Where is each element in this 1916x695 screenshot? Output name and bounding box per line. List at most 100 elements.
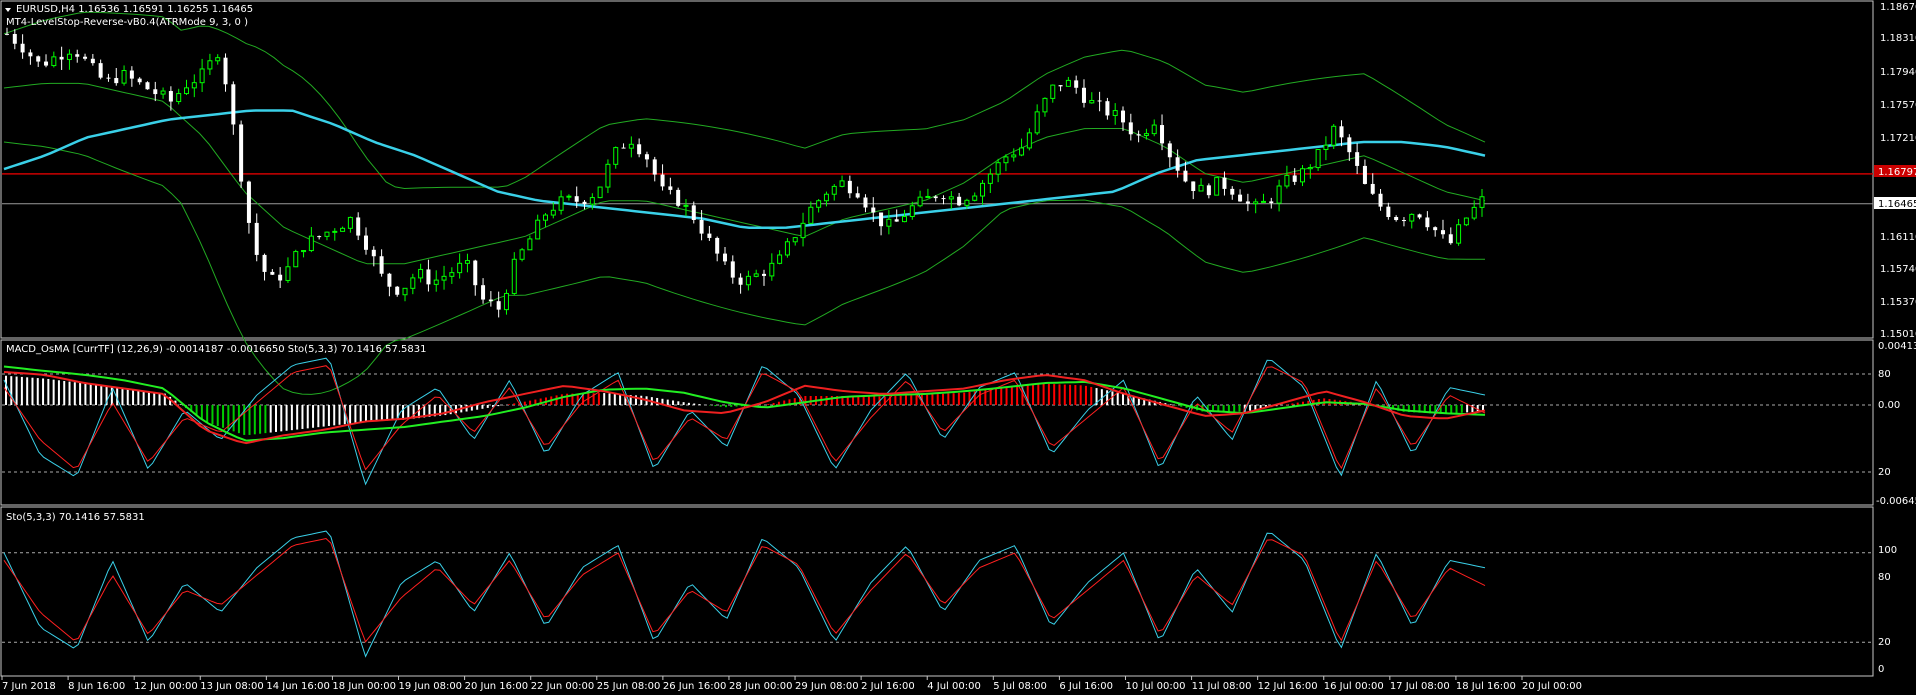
candle-body-bear xyxy=(98,63,103,78)
candle-body-bull xyxy=(1089,99,1095,104)
candle-body-bull xyxy=(980,182,986,197)
candle-body-bear xyxy=(847,180,852,194)
price-label: 1.17570 xyxy=(1880,100,1916,111)
sto-0-label: 0 xyxy=(1878,664,1884,675)
candle-body-bear xyxy=(481,285,486,300)
time-label: 5 Jul 08:00 xyxy=(993,681,1047,692)
sto-20-label: 20 xyxy=(1878,637,1891,648)
candle-body-bull xyxy=(160,90,166,95)
candle-body-bull xyxy=(808,206,814,224)
time-label: 20 Jun 16:00 xyxy=(465,681,529,692)
candle-body-bull xyxy=(589,197,595,205)
candle-body-bull xyxy=(1198,184,1204,192)
candle-body-bear xyxy=(1370,183,1375,194)
price-label: 1.16110 xyxy=(1880,232,1916,243)
candle-body-bear xyxy=(1417,214,1422,218)
time-label: 28 Jun 00:00 xyxy=(729,681,793,692)
candle-body-bear xyxy=(426,269,431,285)
candle-body-bear xyxy=(738,277,743,285)
candle-body-bull xyxy=(51,56,57,67)
candle-body-bear xyxy=(317,236,322,238)
candle-body-bull xyxy=(433,279,439,285)
candle-body-bull xyxy=(1065,79,1071,87)
time-label: 6 Jul 16:00 xyxy=(1059,681,1113,692)
candle-body-bear xyxy=(114,78,119,84)
candle-body-bear xyxy=(1175,157,1180,171)
candle-body-bull xyxy=(1011,154,1017,158)
candle-body-bear xyxy=(660,174,665,187)
candle-body-bear xyxy=(262,254,267,272)
chart-canvas: EURUSD,H4 1.16536 1.16591 1.16255 1.1646… xyxy=(0,0,1916,692)
candle-body-bull xyxy=(550,209,556,216)
time-label: 17 Jul 08:00 xyxy=(1390,681,1450,692)
main-subtitle: MT4-LevelStop-Reverse-vB0.4(ATRMode 9, 3… xyxy=(6,17,248,28)
candle-body-bear xyxy=(1136,134,1141,136)
candle-body-bull xyxy=(1456,224,1462,244)
candle-body-bear xyxy=(1448,234,1453,244)
time-label: 11 Jul 08:00 xyxy=(1192,681,1252,692)
candle-body-bull xyxy=(1151,124,1157,135)
candle-body-bull xyxy=(285,266,291,281)
candle-body-bear xyxy=(1128,122,1133,135)
candle-body-bull xyxy=(1143,133,1149,136)
candle-body-bear xyxy=(1362,165,1367,184)
candle-body-bull xyxy=(816,200,822,208)
candle-body-bull xyxy=(418,268,424,279)
candle-body-bull xyxy=(1307,167,1313,170)
candle-body-bull xyxy=(347,216,353,229)
candle-body-bull xyxy=(745,275,751,286)
candle-body-bear xyxy=(1245,201,1250,204)
candle-body-bull xyxy=(332,230,338,233)
candle-body-bear xyxy=(1058,85,1063,87)
candle-body-bear xyxy=(278,274,283,281)
candle-body-bear xyxy=(231,84,236,125)
time-label: 8 Jun 16:00 xyxy=(68,681,125,692)
candle-body-bull xyxy=(1471,206,1477,219)
candle-body-bear xyxy=(12,33,17,44)
time-label: 13 Jun 08:00 xyxy=(200,681,264,692)
candle-body-bear xyxy=(879,212,884,227)
candle-body-bear xyxy=(894,219,899,222)
candle-body-bull xyxy=(995,162,1001,175)
time-label: 18 Jul 16:00 xyxy=(1456,681,1516,692)
price-label: 1.15370 xyxy=(1880,297,1916,308)
candle-body-bull xyxy=(199,68,205,84)
candle-body-bear xyxy=(1222,177,1227,189)
candle-body-bear xyxy=(223,57,228,85)
candle-body-bull xyxy=(449,272,455,277)
main-panel xyxy=(0,0,1874,339)
candle-body-bear xyxy=(1425,217,1430,228)
candle-body-bear xyxy=(933,196,938,199)
price-label: 1.15010 xyxy=(1880,329,1916,340)
candle-body-bull xyxy=(324,231,330,237)
candle-body-bull xyxy=(1276,185,1282,204)
candle-body-bear xyxy=(239,124,244,182)
candle-body-bear xyxy=(1378,193,1383,207)
candle-body-bull xyxy=(1253,201,1259,205)
candle-body-bull xyxy=(972,195,978,201)
candle-body-bull xyxy=(558,196,564,211)
candle-body-bull xyxy=(308,235,314,252)
price-label: 1.18670 xyxy=(1880,2,1916,13)
candle-body-bull xyxy=(1019,147,1025,156)
time-label: 22 Jun 00:00 xyxy=(531,681,595,692)
candle-body-bear xyxy=(707,233,712,238)
candle-body-bull xyxy=(753,273,759,277)
candle-body-bear xyxy=(1433,227,1438,231)
candle-body-bull xyxy=(1331,125,1337,146)
current-price-label: 1.16465 xyxy=(1878,199,1916,210)
sto-80-label: 80 xyxy=(1878,572,1891,583)
candle-body-bull xyxy=(683,204,689,207)
candle-body-bull xyxy=(464,260,470,264)
candle-body-bear xyxy=(1191,181,1196,192)
candle-body-bull xyxy=(121,70,127,84)
candle-body-bear xyxy=(1167,143,1172,158)
candle-body-bull xyxy=(1409,213,1415,222)
candle-body-bull xyxy=(1300,168,1306,183)
candle-body-bull xyxy=(1003,156,1009,164)
candle-body-bear xyxy=(137,78,142,83)
candle-body-bear xyxy=(371,249,376,257)
sto-axis: 100 80 20 0 xyxy=(1878,545,1897,675)
time-label: 7 Jun 2018 xyxy=(2,681,56,692)
candle-body-bear xyxy=(1160,125,1165,144)
